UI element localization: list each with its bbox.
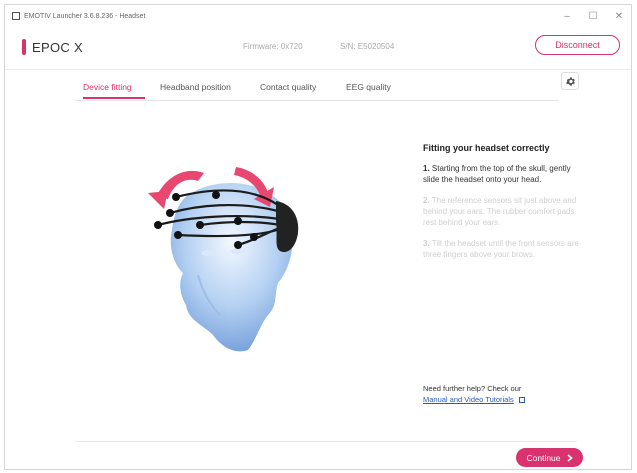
step-number: 1. [423,164,430,173]
tab-contact-quality[interactable]: Contact quality [260,82,316,92]
continue-button[interactable]: Continue [516,448,583,467]
device-color-mark [22,39,26,55]
step-text: Starting from the top of the skull, gent… [423,164,571,184]
tab-eeg-quality[interactable]: EEG quality [346,82,391,92]
device-header: EPOC X Firmware: 0x720 S/N: E5020504 Dis… [5,27,631,70]
tab-device-fitting[interactable]: Device fitting [83,82,132,92]
help-section: Need further help? Check our Manual and … [423,383,593,405]
tab-bar: Device fitting Headband position Contact… [75,80,559,101]
tab-headband-position[interactable]: Headband position [160,82,231,92]
chevron-right-icon [566,453,573,462]
headset-fitting-illustration [148,167,299,352]
firmware-version: Firmware: 0x720 [243,42,303,51]
instructions-title: Fitting your headset correctly [423,143,550,153]
gear-icon [565,76,575,86]
help-prompt: Need further help? Check our [423,384,522,393]
window-title: EMOTIV Launcher 3.6.8.236 - Headset [24,12,146,20]
tutorials-link[interactable]: Manual and Video Tutorials [423,395,514,404]
footer-divider [75,441,577,442]
continue-label: Continue [526,452,561,463]
step-number: 2. [423,196,430,205]
instruction-step-3: 3. Tilt the headset until the front sens… [423,238,583,260]
instruction-step-2: 2. The reference sensors sit just above … [423,195,583,228]
disconnect-button[interactable]: Disconnect [535,35,620,55]
close-button[interactable]: ✕ [613,11,625,22]
maximize-button[interactable]: ☐ [587,11,599,22]
instructions-panel: Fitting your headset correctly 1. Starti… [423,142,583,270]
serial-number: S/N: E5020504 [340,42,395,51]
settings-button[interactable] [561,72,579,90]
external-link-icon[interactable] [518,397,525,404]
app-window: EMOTIV Launcher 3.6.8.236 - Headset – ☐ … [4,4,632,470]
instruction-step-1: 1. Starting from the top of the skull, g… [423,163,583,185]
app-icon [12,12,20,20]
title-bar: EMOTIV Launcher 3.6.8.236 - Headset – ☐ … [5,5,631,27]
device-name: EPOC X [32,39,83,55]
headset-body [276,201,299,253]
minimize-button[interactable]: – [561,11,573,22]
step-text: Tilt the headset until the front sensors… [423,239,579,259]
device-brand: EPOC X [22,39,83,55]
step-number: 3. [423,239,430,248]
active-tab-indicator [83,97,145,99]
step-text: The reference sensors sit just above and… [423,196,577,227]
window-controls: – ☐ ✕ [561,5,625,27]
